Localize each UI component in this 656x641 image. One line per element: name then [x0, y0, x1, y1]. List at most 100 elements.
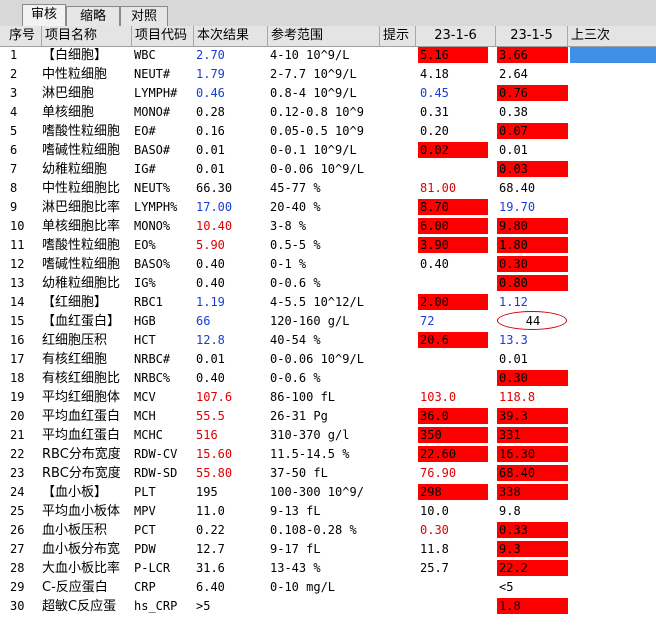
tab-thumbnail[interactable]: 缩略 — [66, 6, 120, 26]
table-row[interactable]: 18 有核红细胞比 NRBC% 0.40 0-0.6 % 0.30 — [0, 369, 656, 388]
row-history-2: 0.03 — [499, 162, 528, 176]
row-item-code: NEUT% — [134, 181, 171, 195]
selected-cell[interactable] — [570, 47, 656, 63]
row-reference-range: 9-13 fL — [270, 504, 321, 518]
row-history-2: 0.30 — [499, 371, 528, 385]
table-row[interactable]: 20 平均血红蛋白 MCH 55.5 26-31 Pg 36.0 39.3 — [0, 407, 656, 426]
row-history-1: 0.31 — [420, 105, 449, 119]
row-item-code: MPV — [134, 504, 156, 518]
table-row[interactable]: 26 血小板压积 PCT 0.22 0.108-0.28 % 0.30 0.33 — [0, 521, 656, 540]
header-item-name[interactable]: 项目名称 — [42, 26, 132, 46]
tab-compare[interactable]: 对照 — [120, 6, 168, 26]
row-reference-range: 0-0.1 10^9/L — [270, 143, 357, 157]
row-history-2: 0.30 — [499, 257, 528, 271]
table-row[interactable]: 5 嗜酸性粒细胞 EO# 0.16 0.05-0.5 10^9 0.20 0.07 — [0, 122, 656, 141]
table-row[interactable]: 7 幼稚粒细胞 IG# 0.01 0-0.06 10^9/L 0.03 — [0, 160, 656, 179]
table-row[interactable]: 14 【红细胞】 RBC1 1.19 4-5.5 10^12/L 2.00 1.12 — [0, 293, 656, 312]
row-history-2: 0.01 — [499, 352, 528, 366]
table-row[interactable]: 28 大血小板比率 P-LCR 31.6 13-43 % 25.7 22.2 — [0, 559, 656, 578]
row-history-2: 16.30 — [499, 447, 536, 461]
table-row[interactable]: 22 RBC分布宽度 RDW-CV 15.60 11.5-14.5 % 22.60 16.3… — [0, 445, 656, 464]
row-item-name: 平均血小板体 — [42, 504, 121, 519]
row-result: 0.46 — [196, 86, 225, 100]
table-row[interactable]: 6 嗜碱性粒细胞 BASO# 0.01 0-0.1 10^9/L 0.02 0.01 — [0, 141, 656, 160]
row-result: 55.80 — [196, 466, 233, 480]
header-result[interactable]: 本次结果 — [194, 26, 268, 46]
table-row[interactable]: 27 血小板分布宽 PDW 12.7 9-17 fL 11.8 9.3 — [0, 540, 656, 559]
row-reference-range: 0-0.6 % — [270, 276, 321, 290]
table-row[interactable]: 1 【白细胞】 WBC 2.70 4-10 10^9/L 5.16 3.66 — [0, 46, 656, 65]
row-item-code: MONO% — [134, 219, 171, 233]
table-row[interactable]: 3 淋巴细胞 LYMPH# 0.46 0.8-4 10^9/L 0.45 0.76 — [0, 84, 656, 103]
row-item-code: hs_CRP — [134, 599, 178, 613]
row-history-1: 72 — [420, 314, 435, 328]
highlight-oval — [497, 311, 567, 330]
row-history-1 — [420, 274, 492, 293]
row-history-1 — [420, 350, 492, 369]
row-result: 12.7 — [196, 542, 225, 556]
row-item-name: 红细胞压积 — [42, 333, 108, 348]
table-row[interactable]: 19 平均红细胞体 MCV 107.6 86-100 fL 103.0 118.8 — [0, 388, 656, 407]
row-seq: 2 — [10, 67, 18, 81]
row-history-2: 13.3 — [499, 333, 528, 347]
row-item-name: 单核细胞 — [42, 105, 95, 120]
header-seq[interactable]: 序号 — [6, 26, 42, 46]
header-reference-range[interactable]: 参考范围 — [268, 26, 380, 46]
table-row[interactable]: 29 C-反应蛋白 CRP 6.40 0-10 mg/L <5 — [0, 578, 656, 597]
table-row[interactable]: 8 中性粒细胞比 NEUT% 66.30 45-77 % 81.00 68.40 — [0, 179, 656, 198]
table-row[interactable]: 30 超敏C反应蛋 hs_CRP >5 1.8 — [0, 597, 656, 616]
row-history-1: 0.45 — [420, 86, 449, 100]
row-seq: 12 — [10, 257, 25, 271]
row-seq: 10 — [10, 219, 25, 233]
table-row[interactable]: 11 嗜酸性粒细胞 EO% 5.90 0.5-5 % 3.90 1.80 — [0, 236, 656, 255]
row-reference-range: 26-31 Pg — [270, 409, 328, 423]
row-item-code: NRBC# — [134, 352, 171, 366]
row-item-name: 超敏C反应蛋 — [42, 599, 117, 614]
row-reference-range: 45-77 % — [270, 181, 321, 195]
table-row[interactable]: 2 中性粒细胞 NEUT# 1.79 2-7.7 10^9/L 4.18 2.64 — [0, 65, 656, 84]
table-row[interactable]: 17 有核红细胞 NRBC# 0.01 0-0.06 10^9/L 0.01 — [0, 350, 656, 369]
tab-review[interactable]: 审核 — [22, 4, 66, 27]
row-item-code: MCV — [134, 390, 156, 404]
row-history-2: 0.38 — [499, 105, 528, 119]
row-item-code: HGB — [134, 314, 156, 328]
header-history-2[interactable]: 23-1-5 — [496, 26, 568, 46]
table-row[interactable]: 9 淋巴细胞比率 LYMPH% 17.00 20-40 % 8.70 19.70 — [0, 198, 656, 217]
row-seq: 13 — [10, 276, 25, 290]
row-history-1: 11.8 — [420, 542, 449, 556]
row-history-2: 9.3 — [499, 542, 521, 556]
row-seq: 8 — [10, 181, 18, 195]
row-result: 0.40 — [196, 257, 225, 271]
row-item-name: C-反应蛋白 — [42, 580, 108, 595]
row-history-2: 0.80 — [499, 276, 528, 290]
row-result: 15.60 — [196, 447, 233, 461]
row-history-1: 22.60 — [420, 447, 457, 461]
table-row[interactable]: 13 幼稚粒细胞比 IG% 0.40 0-0.6 % 0.80 — [0, 274, 656, 293]
row-reference-range: 0.108-0.28 % — [270, 523, 357, 537]
row-item-name: 单核细胞比率 — [42, 219, 121, 234]
row-item-code: EO# — [134, 124, 156, 138]
table-row[interactable]: 23 RBC分布宽度 RDW-SD 55.80 37-50 fL 76.90 68.40 — [0, 464, 656, 483]
row-seq: 29 — [10, 580, 25, 594]
row-history-2: 0.33 — [499, 523, 528, 537]
row-item-code: LYMPH# — [134, 86, 178, 100]
row-history-1: 0.30 — [420, 523, 449, 537]
row-seq: 30 — [10, 599, 25, 613]
row-item-code: WBC — [134, 48, 156, 62]
header-hint[interactable]: 提示 — [380, 26, 416, 46]
header-item-code[interactable]: 项目代码 — [132, 26, 194, 46]
header-history-1[interactable]: 23-1-6 — [416, 26, 496, 46]
table-row[interactable]: 25 平均血小板体 MPV 11.0 9-13 fL 10.0 9.8 — [0, 502, 656, 521]
table-row[interactable]: 10 单核细胞比率 MONO% 10.40 3-8 % 6.00 9.80 — [0, 217, 656, 236]
table-row[interactable]: 16 红细胞压积 HCT 12.8 40-54 % 20.6 13.3 — [0, 331, 656, 350]
row-result: 10.40 — [196, 219, 233, 233]
table-row[interactable]: 24 【血小板】 PLT 195 100-300 10^9/298 338 — [0, 483, 656, 502]
header-history-3[interactable]: 上三次 — [568, 26, 656, 46]
row-reference-range: 0-0.6 % — [270, 371, 321, 385]
table-row[interactable]: 12 嗜碱性粒细胞 BASO% 0.40 0-1 % 0.40 0.30 — [0, 255, 656, 274]
table-row[interactable]: 21 平均血红蛋白 MCHC 516 310-370 g/l 350 331 — [0, 426, 656, 445]
row-history-2: 1.80 — [499, 238, 528, 252]
row-result: 1.19 — [196, 295, 225, 309]
row-reference-range: 0-0.06 10^9/L — [270, 162, 364, 176]
table-row[interactable]: 4 单核细胞 MONO# 0.28 0.12-0.8 10^9 0.31 0.38 — [0, 103, 656, 122]
